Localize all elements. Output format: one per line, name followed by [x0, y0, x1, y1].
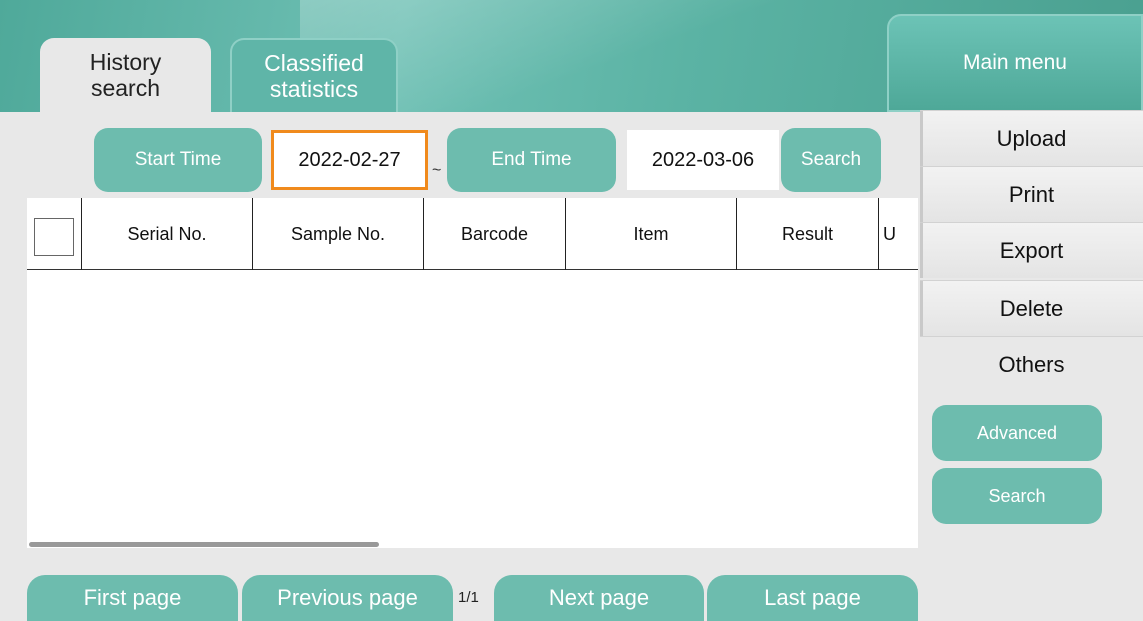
table-header: Serial No. Sample No. Barcode Item Resul…: [27, 198, 918, 270]
column-barcode[interactable]: Barcode: [424, 198, 566, 270]
column-unit[interactable]: U: [879, 198, 918, 270]
column-serial-no[interactable]: Serial No.: [82, 198, 253, 270]
column-sample-no[interactable]: Sample No.: [253, 198, 424, 270]
search-button[interactable]: Search: [781, 128, 881, 192]
results-table: Serial No. Sample No. Barcode Item Resul…: [27, 198, 918, 548]
horizontal-scrollbar[interactable]: [29, 542, 379, 547]
others-label: Others: [920, 336, 1143, 392]
end-date-field[interactable]: 2022-03-06: [627, 130, 779, 190]
export-button[interactable]: Export: [920, 222, 1143, 278]
start-time-button[interactable]: Start Time: [94, 128, 262, 192]
tab-classified-statistics[interactable]: Classified statistics: [230, 38, 398, 112]
upload-button[interactable]: Upload: [920, 110, 1143, 166]
end-time-button[interactable]: End Time: [447, 128, 616, 192]
select-all-checkbox[interactable]: [34, 218, 74, 256]
tab-classified-statistics-label: Classified statistics: [264, 50, 364, 102]
select-all-cell: [27, 198, 82, 270]
tab-history-search-label: History search: [89, 49, 162, 101]
delete-button[interactable]: Delete: [920, 280, 1143, 336]
tab-history-search[interactable]: History search: [40, 38, 211, 112]
print-button[interactable]: Print: [920, 166, 1143, 222]
main-menu-button[interactable]: Main menu: [887, 14, 1143, 112]
previous-page-button[interactable]: Previous page: [242, 575, 453, 621]
next-page-button[interactable]: Next page: [494, 575, 704, 621]
column-result[interactable]: Result: [737, 198, 879, 270]
last-page-button[interactable]: Last page: [707, 575, 918, 621]
page-indicator: 1/1: [458, 589, 479, 606]
side-search-button[interactable]: Search: [932, 468, 1102, 524]
advanced-button[interactable]: Advanced: [932, 405, 1102, 461]
date-range-separator: ~: [432, 162, 442, 179]
first-page-button[interactable]: First page: [27, 575, 238, 621]
column-item[interactable]: Item: [566, 198, 737, 270]
start-date-field[interactable]: 2022-02-27: [271, 130, 428, 190]
